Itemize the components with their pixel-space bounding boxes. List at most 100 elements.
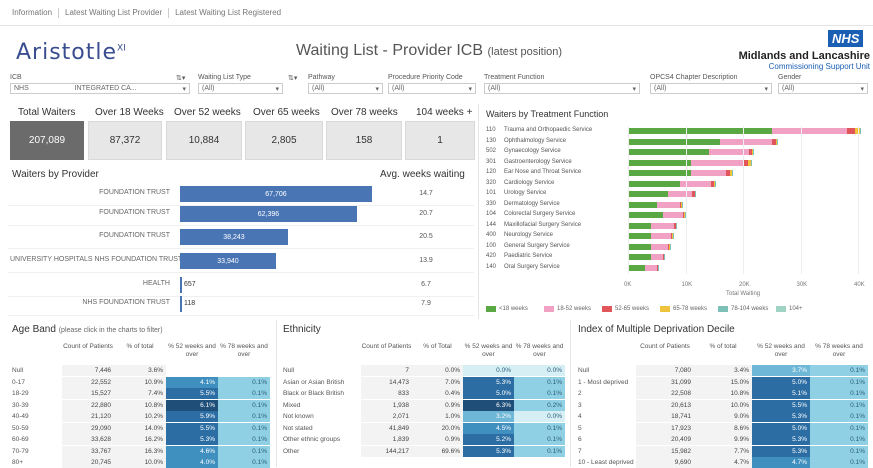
table-row-label[interactable]: Null bbox=[283, 365, 361, 376]
table-header[interactable]: % 52 weeks and over bbox=[166, 343, 218, 359]
table-row-label[interactable]: 5 bbox=[578, 423, 636, 434]
table-cell[interactable]: 0.1% bbox=[810, 377, 868, 388]
table-cell[interactable]: 0.1% bbox=[218, 411, 270, 422]
table-cell[interactable]: 5.5% bbox=[166, 423, 218, 434]
treatment-bar-segment[interactable] bbox=[651, 254, 663, 260]
treatment-bar-segment[interactable] bbox=[628, 128, 772, 134]
treatment-bar[interactable] bbox=[628, 212, 685, 218]
table-cell[interactable]: 5.0% bbox=[752, 423, 810, 434]
table-cell[interactable]: 5.3% bbox=[463, 446, 514, 457]
treatment-bar-segment[interactable] bbox=[628, 149, 709, 155]
treatment-bar-segment[interactable] bbox=[651, 244, 668, 250]
table-cell[interactable]: 7,080 bbox=[636, 365, 694, 376]
table-row-label[interactable]: 1 - Most deprived bbox=[578, 377, 636, 388]
table-header[interactable]: % 52 weeks and over bbox=[463, 343, 514, 359]
table-cell[interactable]: 5.9% bbox=[166, 411, 218, 422]
provider-name[interactable]: UNIVERSITY HOSPITALS NHS FOUNDATION TRUS… bbox=[10, 256, 170, 264]
table-cell[interactable]: 0.1% bbox=[514, 434, 565, 445]
table-row-label[interactable]: 2 bbox=[578, 388, 636, 399]
table-cell[interactable]: 22,552 bbox=[62, 377, 114, 388]
table-cell[interactable]: 5.5% bbox=[166, 388, 218, 399]
table-cell[interactable]: 15.0% bbox=[694, 377, 752, 388]
table-cell[interactable]: 7.0% bbox=[412, 377, 463, 388]
table-cell[interactable]: 10.0% bbox=[694, 400, 752, 411]
treatment-bar-segment[interactable] bbox=[628, 202, 657, 208]
treatment-label[interactable]: 502Gynaecology Service bbox=[486, 148, 561, 154]
treatment-label[interactable]: 104Colorectal Surgery Service bbox=[486, 211, 575, 217]
table-cell[interactable]: 5.0% bbox=[752, 377, 810, 388]
table-row-label[interactable]: 7 bbox=[578, 446, 636, 457]
treatment-bar-segment[interactable] bbox=[628, 181, 680, 187]
table-cell[interactable]: 3.6% bbox=[114, 365, 166, 376]
treatment-bar-segment[interactable] bbox=[732, 170, 733, 176]
treatment-label[interactable]: 100General Surgery Service bbox=[486, 243, 570, 249]
provider-name[interactable]: HEALTH bbox=[10, 280, 170, 288]
table-cell[interactable]: 3.7% bbox=[752, 365, 810, 376]
table-header[interactable]: % 52 weeks and over bbox=[752, 343, 810, 359]
table-cell[interactable]: 5.1% bbox=[752, 388, 810, 399]
treatment-bar-segment[interactable] bbox=[628, 223, 651, 229]
table-cell[interactable]: 16.3% bbox=[114, 446, 166, 457]
treatment-label[interactable]: 144Maxillofacial Surgery Service bbox=[486, 222, 581, 228]
table-cell[interactable]: 7.4% bbox=[114, 388, 166, 399]
provider-name[interactable]: NHS FOUNDATION TRUST bbox=[10, 299, 170, 307]
filter-opcs4-select[interactable]: (All)▾ bbox=[650, 83, 772, 94]
table-cell[interactable]: 5.3% bbox=[166, 434, 218, 445]
table-header[interactable]: Count of Patients bbox=[361, 343, 412, 351]
table-row-label[interactable]: 30-39 bbox=[12, 400, 62, 411]
table-cell[interactable]: 17,923 bbox=[636, 423, 694, 434]
filter-icb-sort[interactable]: ⇅▾ bbox=[176, 74, 190, 82]
table-cell[interactable]: 33,767 bbox=[62, 446, 114, 457]
table-cell[interactable]: 5.0% bbox=[463, 388, 514, 399]
table-cell[interactable]: 0.1% bbox=[514, 446, 565, 457]
treatment-bar-segment[interactable] bbox=[628, 233, 651, 239]
table-cell[interactable]: 41,849 bbox=[361, 423, 412, 434]
table-cell[interactable]: 10.0% bbox=[114, 457, 166, 468]
table-cell[interactable]: 1,839 bbox=[361, 434, 412, 445]
filter-ppc-select[interactable]: (All)▾ bbox=[388, 83, 476, 94]
table-cell[interactable]: 10.9% bbox=[114, 377, 166, 388]
treatment-bar[interactable] bbox=[628, 244, 670, 250]
tab-latest-waiting-list-registered[interactable]: Latest Waiting List Registered bbox=[169, 8, 287, 18]
table-cell[interactable]: 7,446 bbox=[62, 365, 114, 376]
table-cell[interactable]: 0.9% bbox=[412, 434, 463, 445]
table-cell[interactable]: 0.1% bbox=[810, 400, 868, 411]
table-cell[interactable]: 0.1% bbox=[810, 411, 868, 422]
table-cell[interactable]: 20,745 bbox=[62, 457, 114, 468]
table-cell[interactable]: 0.4% bbox=[412, 388, 463, 399]
table-cell[interactable]: 6.1% bbox=[166, 400, 218, 411]
table-header[interactable]: Count of Patients bbox=[636, 343, 694, 351]
table-row-label[interactable]: Mixed bbox=[283, 400, 361, 411]
treatment-bar[interactable] bbox=[628, 181, 715, 187]
table-cell[interactable]: 33,628 bbox=[62, 434, 114, 445]
treatment-bar-segment[interactable] bbox=[777, 139, 778, 145]
table-cell[interactable]: 20.0% bbox=[412, 423, 463, 434]
treatment-bar-segment[interactable] bbox=[860, 128, 862, 134]
table-cell[interactable]: 0.1% bbox=[810, 446, 868, 457]
filter-icb-select[interactable]: NHSINTEGRATED CA...▾ bbox=[10, 83, 190, 94]
table-cell[interactable]: 3.2% bbox=[463, 411, 514, 422]
tab-information[interactable]: Information bbox=[6, 8, 59, 18]
table-row-label[interactable]: Black or Black British bbox=[283, 388, 361, 399]
table-cell[interactable]: 0.1% bbox=[218, 457, 270, 468]
table-cell[interactable]: 4.0% bbox=[166, 457, 218, 468]
table-cell[interactable]: 5.3% bbox=[752, 434, 810, 445]
table-cell[interactable]: 5.3% bbox=[752, 446, 810, 457]
treatment-bar-segment[interactable] bbox=[628, 244, 651, 250]
table-cell[interactable]: 7 bbox=[361, 365, 412, 376]
treatment-label[interactable]: 110Trauma and Orthopaedic Service bbox=[486, 127, 592, 133]
table-cell[interactable]: 0.1% bbox=[810, 388, 868, 399]
filter-wlt-select[interactable]: (All)▾ bbox=[198, 83, 283, 94]
table-row-label[interactable]: 70-79 bbox=[12, 446, 62, 457]
table-cell[interactable]: 4.1% bbox=[166, 377, 218, 388]
kpi-65w-value[interactable]: 2,805 bbox=[245, 121, 323, 160]
table-cell[interactable]: 1,938 bbox=[361, 400, 412, 411]
table-cell[interactable]: 0.1% bbox=[218, 388, 270, 399]
table-cell[interactable]: 9.0% bbox=[694, 411, 752, 422]
table-cell[interactable]: 22,508 bbox=[636, 388, 694, 399]
table-cell[interactable]: 0.1% bbox=[810, 434, 868, 445]
kpi-104w-value[interactable]: 1 bbox=[405, 121, 475, 160]
table-cell[interactable]: 0.9% bbox=[412, 400, 463, 411]
table-cell[interactable]: 7.7% bbox=[694, 446, 752, 457]
treatment-label[interactable]: 120Ear Nose and Throat Service bbox=[486, 169, 581, 175]
